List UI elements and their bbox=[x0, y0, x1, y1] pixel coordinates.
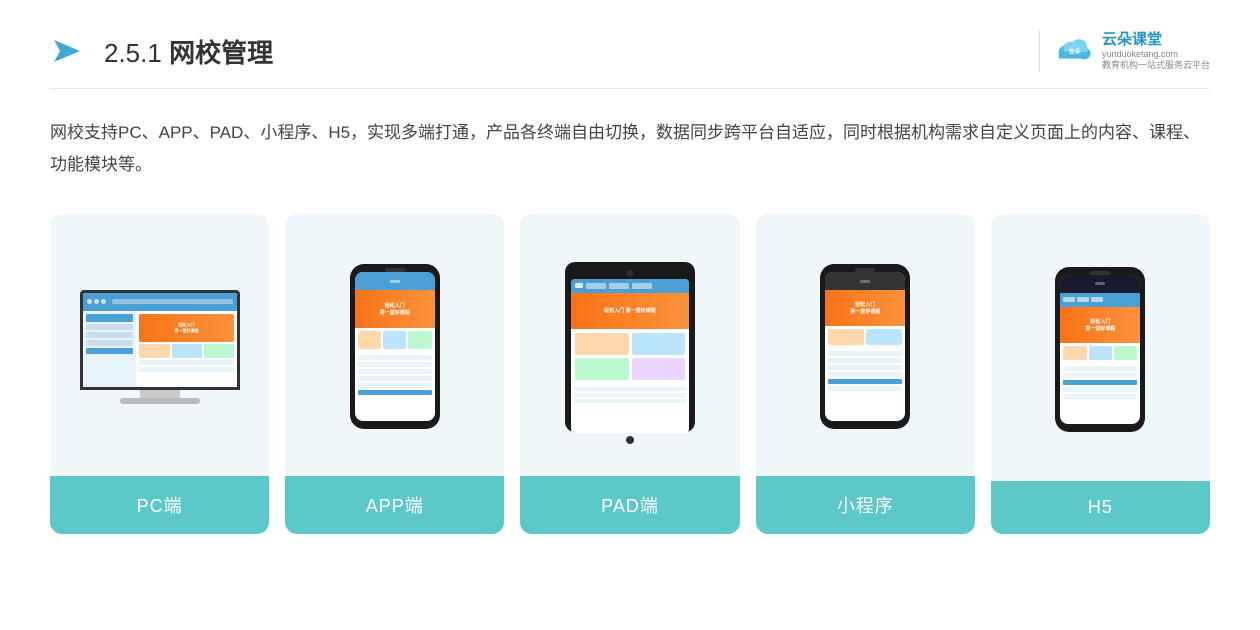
card-miniapp: 轻松入门第一堂好课程 bbox=[756, 214, 975, 534]
card-h5-label: H5 bbox=[991, 481, 1210, 534]
card-pad: 轻松入门 第一堂好课程 bbox=[520, 214, 739, 534]
card-pc-label: PC端 bbox=[50, 476, 269, 534]
description-text: 网校支持PC、APP、PAD、小程序、H5，实现多端打通，产品各终端自由切换，数… bbox=[50, 117, 1210, 182]
card-pad-image: 轻松入门 第一堂好课程 bbox=[520, 214, 739, 476]
brand-slogan: 教育机构一站式服务云平台 bbox=[1102, 60, 1210, 71]
brand-name-cn: 云朵课堂 bbox=[1102, 31, 1210, 49]
pc-device: 轻松入门第一堂好课程 bbox=[70, 290, 250, 404]
card-h5-image: 轻松入门第一堂好课程 bbox=[991, 214, 1210, 481]
card-miniapp-image: 轻松入门第一堂好课程 bbox=[756, 214, 975, 476]
brand-logo: 云朵 云朵课堂 yunduoketang.com 教育机构一站式服务云平台 bbox=[1039, 30, 1210, 72]
cloud-logo-icon: 云朵 bbox=[1052, 30, 1094, 72]
brand-name-en: yunduoketang.com bbox=[1102, 49, 1210, 60]
pad-device: 轻松入门 第一堂好课程 bbox=[565, 262, 695, 432]
page-title: 2.5.1 网校管理 bbox=[104, 33, 273, 70]
card-app-image: 轻松入门第一堂好课程 bbox=[285, 214, 504, 476]
card-miniapp-label: 小程序 bbox=[756, 476, 975, 534]
card-pad-label: PAD端 bbox=[520, 476, 739, 534]
svg-text:云朵: 云朵 bbox=[1069, 48, 1081, 56]
logo-arrow-icon bbox=[50, 32, 88, 70]
page-wrapper: 2.5.1 网校管理 云朵 云朵课堂 yunduoketang.com 教育机构… bbox=[0, 0, 1260, 630]
page-header: 2.5.1 网校管理 云朵 云朵课堂 yunduoketang.com 教育机构… bbox=[50, 30, 1210, 89]
card-pc: 轻松入门第一堂好课程 bbox=[50, 214, 269, 534]
card-h5: 轻松入门第一堂好课程 bbox=[991, 214, 1210, 534]
brand-text: 云朵课堂 yunduoketang.com 教育机构一站式服务云平台 bbox=[1102, 31, 1210, 71]
card-app-label: APP端 bbox=[285, 476, 504, 534]
phone-device: 轻松入门第一堂好课程 bbox=[350, 264, 440, 429]
phone-device-h5: 轻松入门第一堂好课程 bbox=[1055, 267, 1145, 432]
cards-container: 轻松入门第一堂好课程 bbox=[50, 214, 1210, 534]
phone-device-miniapp: 轻松入门第一堂好课程 bbox=[820, 264, 910, 429]
header-left: 2.5.1 网校管理 bbox=[50, 32, 273, 70]
card-app: 轻松入门第一堂好课程 bbox=[285, 214, 504, 534]
card-pc-image: 轻松入门第一堂好课程 bbox=[50, 214, 269, 476]
